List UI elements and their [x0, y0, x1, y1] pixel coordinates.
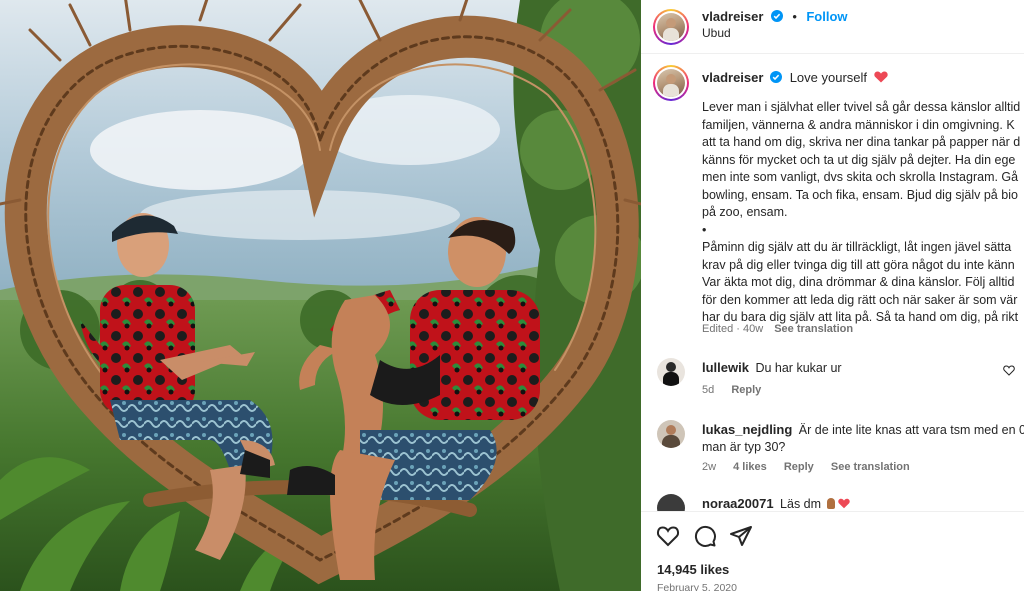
comment-meta: 2w 4 likes Reply See translation	[702, 461, 910, 473]
caption-meta: Edited · 40w See translation	[702, 323, 853, 335]
post-date[interactable]: February 5, 2020	[657, 582, 737, 591]
comment-username[interactable]: lukas_nejdling	[702, 422, 792, 437]
post-header: vladreiser • Follow Ubud	[641, 0, 1024, 54]
comment-row: noraa20071 Läs dm	[702, 496, 850, 511]
comment-likes-count[interactable]: 4 likes	[733, 461, 767, 473]
follow-button[interactable]: Follow	[806, 9, 847, 24]
caption-edited-time: Edited · 40w	[702, 323, 764, 335]
comment-text: Är de inte lite knas att vara tsm med en…	[798, 423, 1024, 437]
comment-text-continued: man är typ 30?	[702, 440, 786, 454]
comment-time: 2w	[702, 461, 717, 473]
likes-count[interactable]: 14,945 likes	[657, 562, 729, 577]
praying-hands-emoji-icon	[826, 498, 835, 509]
separator-dot: •	[792, 9, 797, 24]
comment-bubble-icon[interactable]	[693, 524, 717, 548]
comment-row: lullewik Du har kukar ur	[702, 360, 842, 375]
red-heart-icon	[838, 498, 850, 509]
comment-time: 5d	[702, 384, 715, 396]
caption-username[interactable]: vladreiser	[702, 70, 763, 85]
like-heart-icon[interactable]	[656, 524, 680, 548]
avatar-image	[657, 69, 685, 97]
caption-author-avatar[interactable]	[653, 65, 689, 101]
comment-text: Läs dm	[780, 497, 822, 511]
post-detail-panel: vladreiser • Follow Ubud vladreiser Love…	[641, 0, 1024, 591]
caption-headline: Love yourself	[789, 70, 868, 85]
post-location[interactable]: Ubud	[702, 26, 731, 40]
caption-see-translation[interactable]: See translation	[774, 323, 853, 335]
avatar-image	[657, 13, 685, 41]
post-photo[interactable]	[0, 0, 641, 591]
comment-avatar[interactable]	[657, 358, 685, 386]
author-avatar[interactable]	[653, 9, 689, 45]
comment-username[interactable]: lullewik	[702, 360, 749, 375]
post-action-bar: 14,945 likes February 5, 2020	[641, 511, 1024, 591]
comment-see-translation[interactable]: See translation	[831, 461, 910, 473]
comment-avatar[interactable]	[657, 420, 685, 448]
caption-headline-row: vladreiser Love yourself	[702, 70, 888, 85]
comment-text: Du har kukar ur	[755, 361, 842, 375]
verified-badge-icon	[770, 71, 783, 83]
comment-reply-button[interactable]: Reply	[784, 461, 814, 473]
comment-row: lukas_nejdling Är de inte lite knas att …	[702, 421, 1024, 456]
comment-reply-button[interactable]: Reply	[731, 384, 761, 396]
author-username[interactable]: vladreiser	[702, 9, 763, 24]
photo-illustration	[0, 0, 641, 591]
verified-badge-icon	[770, 10, 783, 22]
share-paper-plane-icon[interactable]	[729, 524, 753, 548]
comment-username[interactable]: noraa20071	[702, 496, 774, 511]
comment-like-heart-icon[interactable]	[1003, 365, 1015, 376]
caption-body: Lever man i självhat eller tvivel så går…	[702, 100, 1021, 324]
red-heart-icon	[873, 71, 888, 83]
comment-meta: 5d Reply	[702, 384, 761, 396]
header-user-line: vladreiser • Follow	[702, 8, 848, 26]
